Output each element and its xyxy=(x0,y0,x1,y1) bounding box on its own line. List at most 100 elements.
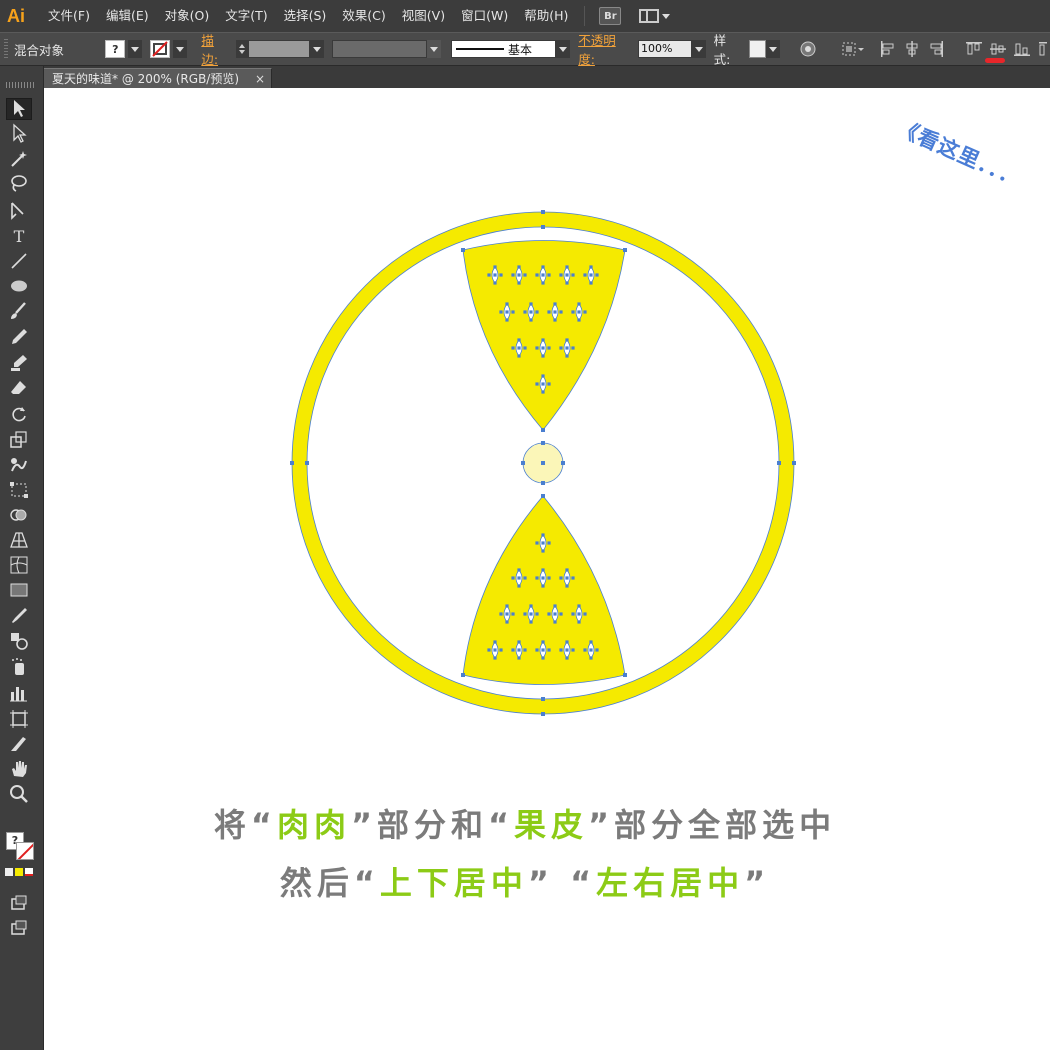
stroke-label[interactable]: 描边: xyxy=(201,30,230,68)
anchor-point[interactable] xyxy=(565,346,569,350)
anchor-point[interactable] xyxy=(461,673,465,677)
anchor-point[interactable] xyxy=(589,265,593,269)
panel-grip[interactable] xyxy=(6,82,36,88)
anchor-point[interactable] xyxy=(595,273,599,277)
opacity-input[interactable]: 100% xyxy=(638,40,692,58)
anchor-point[interactable] xyxy=(535,310,539,314)
slice-tool[interactable] xyxy=(6,733,32,755)
anchor-point[interactable] xyxy=(541,374,545,378)
blob-brush-tool[interactable] xyxy=(6,352,32,374)
anchor-point[interactable] xyxy=(565,265,569,269)
anchor-point[interactable] xyxy=(541,382,545,386)
menu-select[interactable]: 选择(S) xyxy=(276,0,335,32)
anchor-point[interactable] xyxy=(505,302,509,306)
stroke-weight-stepper[interactable] xyxy=(236,40,249,58)
anchor-point[interactable] xyxy=(541,354,545,358)
anchor-point[interactable] xyxy=(565,273,569,277)
menu-edit[interactable]: 编辑(E) xyxy=(98,0,157,32)
anchor-point[interactable] xyxy=(547,310,551,314)
anchor-point[interactable] xyxy=(565,648,569,652)
anchor-point[interactable] xyxy=(511,346,515,350)
anchor-point[interactable] xyxy=(511,612,515,616)
pen-tool[interactable] xyxy=(6,200,32,222)
anchor-point[interactable] xyxy=(517,265,521,269)
artwork[interactable] xyxy=(44,88,1050,1050)
anchor-point[interactable] xyxy=(577,310,581,314)
anchor-point[interactable] xyxy=(561,461,565,465)
anchor-point[interactable] xyxy=(529,310,533,314)
paintbrush-tool[interactable] xyxy=(6,300,32,322)
hand-tool[interactable] xyxy=(6,758,32,780)
anchor-point[interactable] xyxy=(541,428,545,432)
anchor-point[interactable] xyxy=(541,346,545,350)
anchor-point[interactable] xyxy=(583,648,587,652)
anchor-point[interactable] xyxy=(565,640,569,644)
anchor-point[interactable] xyxy=(529,612,533,616)
anchor-point[interactable] xyxy=(583,612,587,616)
anchor-point[interactable] xyxy=(547,541,551,545)
align-to-selection-icon[interactable] xyxy=(841,40,865,58)
anchor-point[interactable] xyxy=(583,273,587,277)
anchor-point[interactable] xyxy=(529,604,533,608)
anchor-point[interactable] xyxy=(547,648,551,652)
anchor-point[interactable] xyxy=(529,302,533,306)
anchor-point[interactable] xyxy=(290,461,294,465)
menu-object[interactable]: 对象(O) xyxy=(157,0,218,32)
anchor-point[interactable] xyxy=(511,648,515,652)
anchor-point[interactable] xyxy=(541,576,545,580)
anchor-point[interactable] xyxy=(523,346,527,350)
document-tab[interactable]: 夏天的味道* @ 200% (RGB/预览) × xyxy=(44,68,272,88)
opacity-label[interactable]: 不透明度: xyxy=(578,30,632,68)
anchor-point[interactable] xyxy=(523,273,527,277)
anchor-point[interactable] xyxy=(529,318,533,322)
horizontal-align-right-icon[interactable] xyxy=(927,40,945,58)
anchor-point[interactable] xyxy=(541,481,545,485)
anchor-point[interactable] xyxy=(493,281,497,285)
vertical-align-bottom-icon[interactable] xyxy=(1013,40,1031,58)
menu-effect[interactable]: 效果(C) xyxy=(334,0,393,32)
anchor-point[interactable] xyxy=(577,620,581,624)
artboard-canvas[interactable] xyxy=(44,88,1050,1050)
anchor-point[interactable] xyxy=(541,273,545,277)
anchor-point[interactable] xyxy=(511,273,515,277)
anchor-point[interactable] xyxy=(559,310,563,314)
menu-window[interactable]: 窗口(W) xyxy=(453,0,516,32)
anchor-point[interactable] xyxy=(565,354,569,358)
anchor-point[interactable] xyxy=(493,265,497,269)
menu-view[interactable]: 视图(V) xyxy=(394,0,453,32)
anchor-point[interactable] xyxy=(517,346,521,350)
anchor-point[interactable] xyxy=(623,248,627,252)
anchor-point[interactable] xyxy=(577,302,581,306)
anchor-point[interactable] xyxy=(589,273,593,277)
menu-type[interactable]: 文字(T) xyxy=(217,0,275,32)
anchor-point[interactable] xyxy=(541,281,545,285)
anchor-point[interactable] xyxy=(461,248,465,252)
anchor-point[interactable] xyxy=(517,273,521,277)
anchor-point[interactable] xyxy=(565,568,569,572)
anchor-point[interactable] xyxy=(577,612,581,616)
eraser-tool[interactable] xyxy=(6,377,32,399)
anchor-point[interactable] xyxy=(565,281,569,285)
anchor-point[interactable] xyxy=(499,273,503,277)
anchor-point[interactable] xyxy=(541,338,545,342)
horizontal-distribute-icon[interactable] xyxy=(1037,40,1048,58)
anchor-point[interactable] xyxy=(535,648,539,652)
anchor-point[interactable] xyxy=(493,656,497,660)
rotate-tool[interactable] xyxy=(6,403,32,425)
anchor-point[interactable] xyxy=(589,656,593,660)
stroke-weight-dropdown[interactable] xyxy=(309,40,324,58)
bridge-button[interactable]: Br xyxy=(599,7,622,25)
anchor-point[interactable] xyxy=(517,354,521,358)
anchor-point[interactable] xyxy=(547,273,551,277)
anchor-point[interactable] xyxy=(517,656,521,660)
selection-tool[interactable] xyxy=(6,98,32,120)
opacity-dropdown[interactable] xyxy=(691,40,706,58)
anchor-point[interactable] xyxy=(535,576,539,580)
anchor-point[interactable] xyxy=(583,310,587,314)
anchor-point[interactable] xyxy=(505,318,509,322)
anchor-point[interactable] xyxy=(553,318,557,322)
perspective-grid-tool[interactable] xyxy=(6,529,32,551)
lasso-tool[interactable] xyxy=(6,173,32,195)
anchor-point[interactable] xyxy=(523,310,527,314)
panel-grip[interactable] xyxy=(4,39,8,59)
